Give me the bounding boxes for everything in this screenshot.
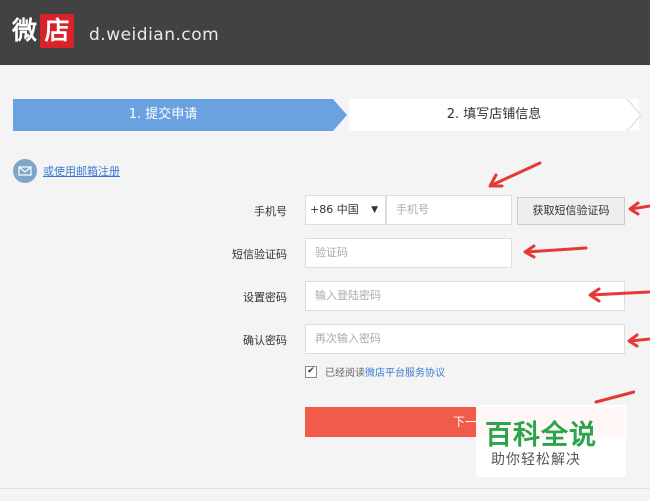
baike-watermark: 百科全说 助你轻松解决: [476, 405, 626, 477]
envelope-icon: [13, 159, 37, 183]
logo-char-dian: 店: [40, 14, 75, 48]
step-1-arrow-shape: [333, 99, 347, 131]
sms-code-label: 短信验证码: [232, 248, 287, 261]
annotation-arrow-icon: [488, 161, 542, 188]
phone-placeholder: 手机号: [396, 203, 429, 216]
confirm-password-placeholder: 再次输入密码: [315, 332, 381, 345]
service-agreement-link[interactable]: 微店平台服务协议: [365, 364, 445, 379]
step-1-submit-application: 1. 提交申请: [13, 99, 333, 131]
password-placeholder: 输入登陆密码: [315, 289, 381, 302]
registration-steps: 1. 提交申请 2. 填写店铺信息: [13, 99, 650, 131]
phone-input[interactable]: 手机号: [386, 195, 512, 225]
logo-char-wei: 微: [12, 16, 38, 45]
bottom-divider: [0, 488, 650, 489]
agree-prefix-text: 已经阅读: [325, 368, 365, 379]
annotation-arrow-icon: [588, 287, 650, 303]
annotation-arrow-icon: [523, 244, 588, 259]
caret-down-icon: ▼: [371, 205, 378, 215]
phone-label: 手机号: [254, 205, 287, 218]
site-domain: d.weidian.com: [89, 25, 220, 45]
watermark-subtitle: 助你轻松解决: [491, 452, 581, 468]
step-2-fill-store-info: 2. 填写店铺信息: [349, 99, 639, 131]
password-input[interactable]: 输入登陆密码: [305, 281, 625, 311]
country-code-select[interactable]: +86 中国 ▼: [305, 195, 386, 225]
password-label: 设置密码: [243, 291, 287, 304]
confirm-password-label: 确认密码: [243, 334, 287, 347]
confirm-password-input[interactable]: 再次输入密码: [305, 324, 625, 354]
agree-checkbox[interactable]: ✔: [305, 365, 317, 378]
get-sms-code-button[interactable]: 获取短信验证码: [517, 197, 625, 225]
sms-code-input[interactable]: 验证码: [305, 238, 512, 268]
top-header-bar: 微 店 d.weidian.com: [0, 0, 650, 65]
country-code-value: +86 中国: [310, 203, 359, 216]
watermark-title: 百科全说: [485, 420, 597, 451]
step-2-arrow-shape: [626, 99, 642, 131]
email-register-link[interactable]: 或使用邮箱注册: [13, 159, 120, 183]
weidian-logo[interactable]: 微 店: [12, 14, 75, 48]
sms-code-placeholder: 验证码: [315, 246, 348, 259]
annotation-arrow-icon: [628, 201, 650, 216]
annotation-arrow-icon: [627, 333, 650, 348]
agreement-row: ✔ 已经阅读 微店平台服务协议: [305, 364, 445, 379]
email-register-text[interactable]: 或使用邮箱注册: [43, 163, 120, 179]
